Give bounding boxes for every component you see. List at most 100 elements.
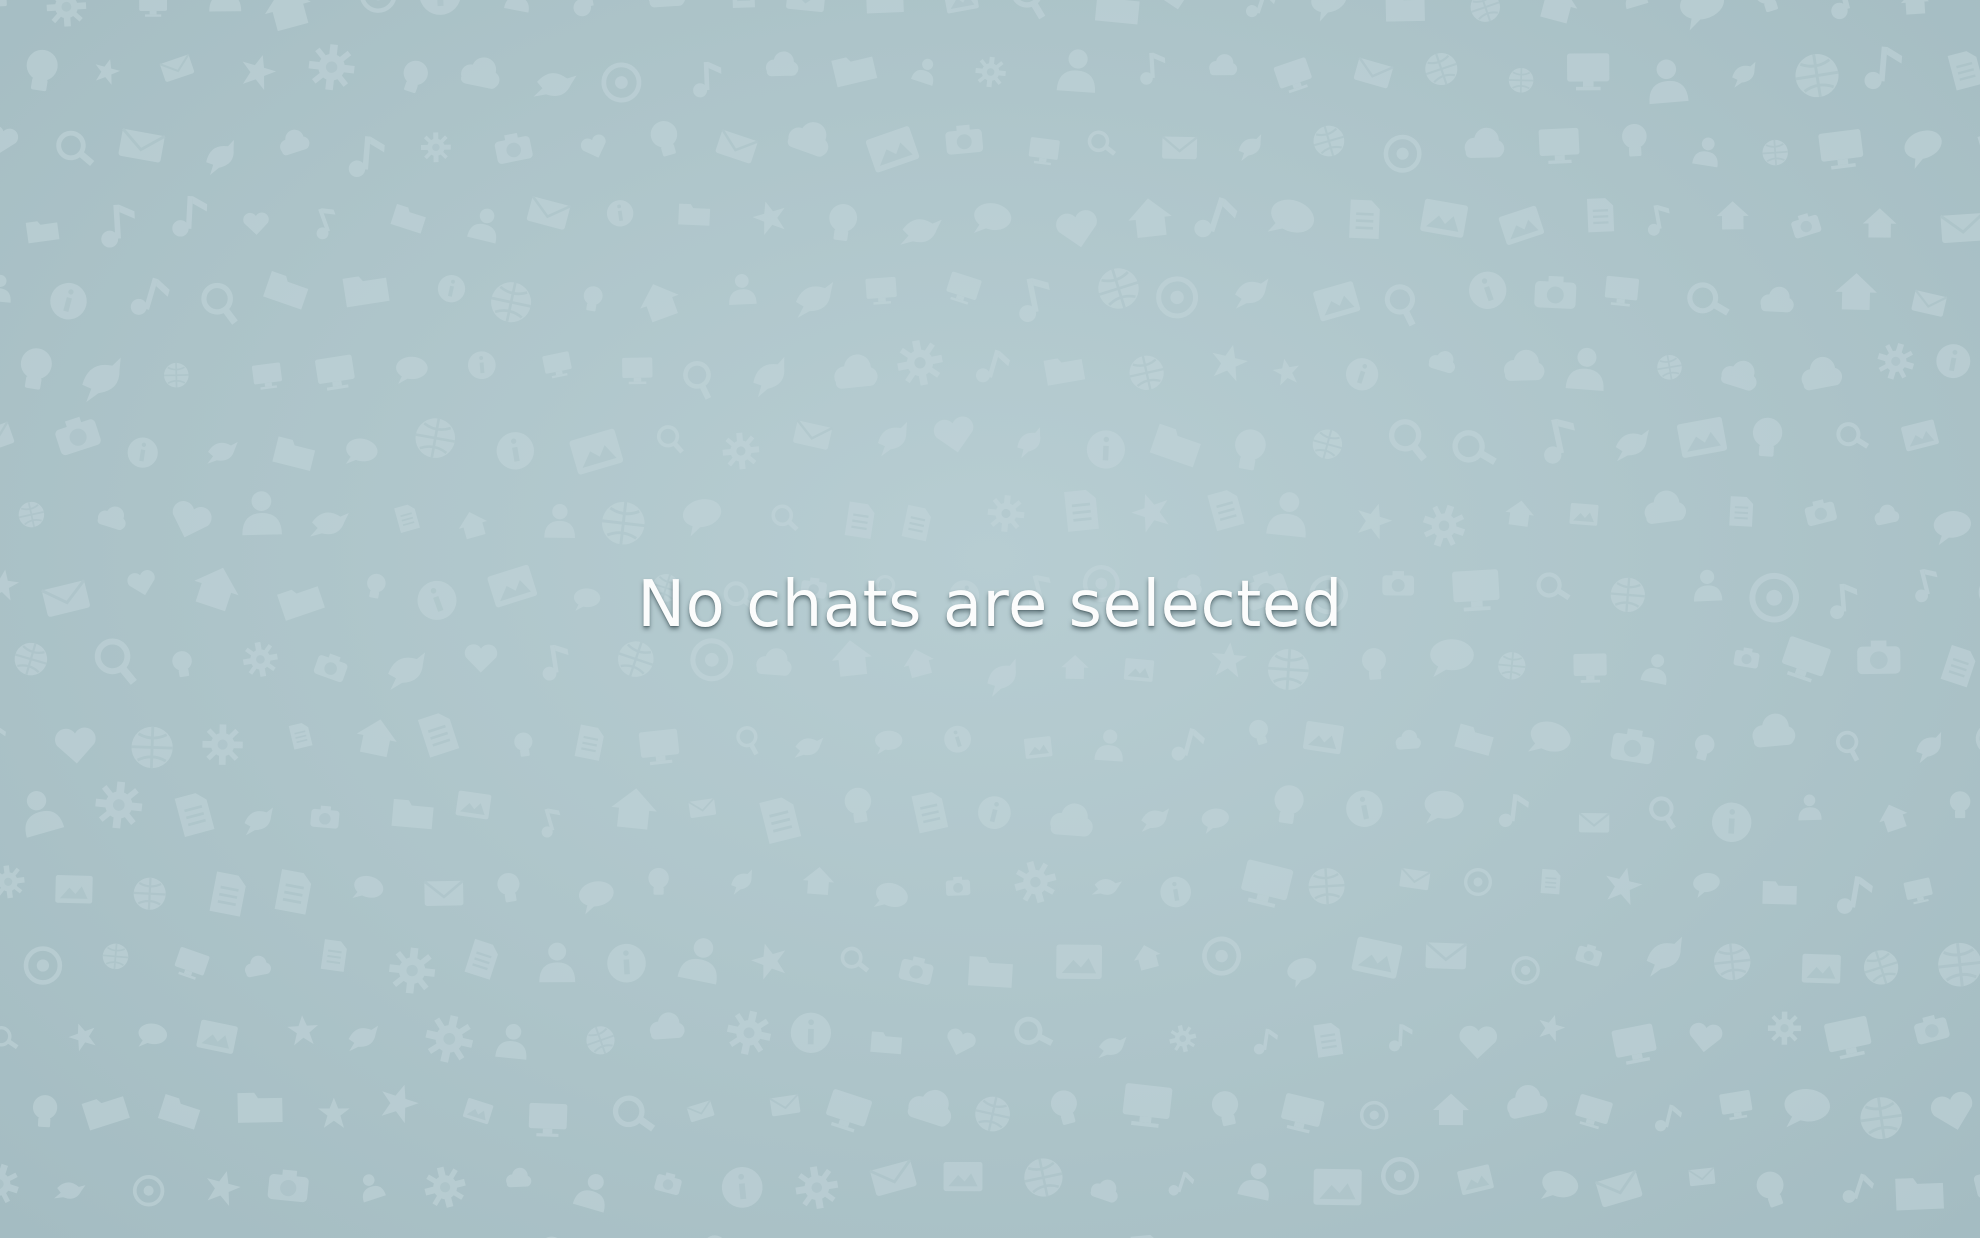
chat-bubble-icon <box>1284 954 1321 989</box>
envelope-icon <box>791 419 834 452</box>
gear-icon <box>386 945 438 996</box>
bird-icon <box>728 869 758 895</box>
monitor-icon <box>621 357 653 385</box>
bird-icon <box>1912 731 1948 764</box>
gear-icon <box>893 336 947 390</box>
house-icon <box>1533 0 1583 26</box>
gear-icon <box>0 1158 24 1210</box>
picture-icon <box>455 790 492 820</box>
cloud-icon <box>1641 488 1688 525</box>
house-icon <box>1503 498 1536 528</box>
envelope-icon <box>1352 56 1395 91</box>
magnifier-icon <box>734 726 763 755</box>
envelope-icon <box>1909 288 1949 319</box>
at-sign-icon <box>1380 1156 1419 1195</box>
globe-icon <box>1790 49 1844 102</box>
bird-icon <box>748 356 794 398</box>
monitor-icon <box>1538 127 1580 165</box>
info-icon <box>606 942 647 984</box>
music-note-icon <box>1498 792 1530 830</box>
lightbulb-icon <box>842 785 875 825</box>
monitor-icon <box>1121 1082 1173 1130</box>
at-sign-icon <box>1508 952 1544 988</box>
at-sign-icon <box>1158 278 1197 317</box>
heart-icon <box>1054 208 1102 252</box>
magnifier-icon <box>842 947 868 973</box>
chat-bubble-icon <box>871 878 911 917</box>
cloud-icon <box>648 1011 686 1040</box>
lightbulb-icon <box>1209 1088 1243 1128</box>
chat-bubble-icon <box>395 356 429 385</box>
picture-icon <box>943 1161 983 1192</box>
music-note-icon <box>1835 873 1875 918</box>
music-note-icon <box>1388 1023 1413 1053</box>
cloud-icon <box>1872 502 1901 526</box>
magnifier-icon <box>1687 280 1728 321</box>
bird-icon <box>982 658 1025 697</box>
camera-icon <box>1912 1012 1951 1046</box>
house-icon <box>1899 0 1930 15</box>
person-icon <box>1565 346 1607 391</box>
star-icon <box>1209 640 1249 679</box>
monitor-icon <box>1603 275 1640 308</box>
bird-icon <box>794 281 837 318</box>
envelope-icon <box>1423 940 1469 971</box>
house-icon <box>1130 941 1164 972</box>
cloud-icon <box>1750 711 1797 748</box>
picture-icon <box>1801 953 1841 984</box>
globe-icon <box>1419 47 1463 91</box>
person-icon <box>727 273 757 306</box>
person-icon <box>1237 1160 1276 1201</box>
lightbulb-icon <box>1691 732 1717 763</box>
cloud-icon <box>1088 1175 1123 1205</box>
cloud-icon <box>765 51 799 77</box>
globe-icon <box>1710 940 1754 984</box>
globe-icon <box>1124 351 1169 395</box>
star-icon <box>91 55 123 87</box>
folder-icon <box>865 0 904 14</box>
camera-icon <box>1733 646 1761 669</box>
monitor-icon <box>528 1102 568 1138</box>
bird-icon <box>78 357 129 403</box>
music-note-icon <box>1643 203 1674 237</box>
magnifier-icon <box>614 1095 654 1135</box>
gear-icon <box>0 863 27 901</box>
bird-icon <box>202 139 242 176</box>
cloud-icon <box>832 352 879 390</box>
cloud-icon <box>505 1167 532 1188</box>
chat-empty-pane: No chats are selected <box>0 0 1980 1238</box>
camera-icon <box>1574 941 1604 968</box>
info-icon <box>940 722 975 756</box>
globe-icon <box>15 498 48 531</box>
document-icon <box>393 502 421 534</box>
document-icon <box>287 720 314 751</box>
music-note-icon <box>692 61 723 98</box>
bird-icon <box>1098 1035 1127 1060</box>
info-icon <box>605 198 636 229</box>
picture-icon <box>1302 720 1345 755</box>
lightbulb-icon <box>23 47 60 93</box>
picture-icon <box>1351 936 1403 980</box>
chat-bubble-icon <box>970 200 1014 240</box>
info-icon <box>535 1233 568 1238</box>
star-icon <box>1534 1011 1568 1044</box>
music-note-icon <box>1840 1170 1876 1209</box>
document-icon <box>1728 495 1755 528</box>
music-note-icon <box>538 642 572 682</box>
envelope-icon <box>713 128 760 166</box>
magnifier-icon <box>1452 428 1495 471</box>
picture-icon <box>1023 735 1053 760</box>
monitor-icon <box>822 1088 873 1136</box>
star-icon <box>286 1014 320 1046</box>
bird-icon <box>1234 278 1271 309</box>
info-icon <box>435 272 468 305</box>
monitor-icon <box>542 351 574 380</box>
person-icon <box>1640 651 1672 686</box>
folder-icon <box>390 203 428 234</box>
folder-icon <box>237 1092 283 1123</box>
picture-icon <box>1056 944 1103 980</box>
folder-icon <box>391 798 435 830</box>
lightbulb-icon <box>31 1094 58 1128</box>
lightbulb-icon <box>1230 426 1269 472</box>
globe-icon <box>131 875 168 912</box>
